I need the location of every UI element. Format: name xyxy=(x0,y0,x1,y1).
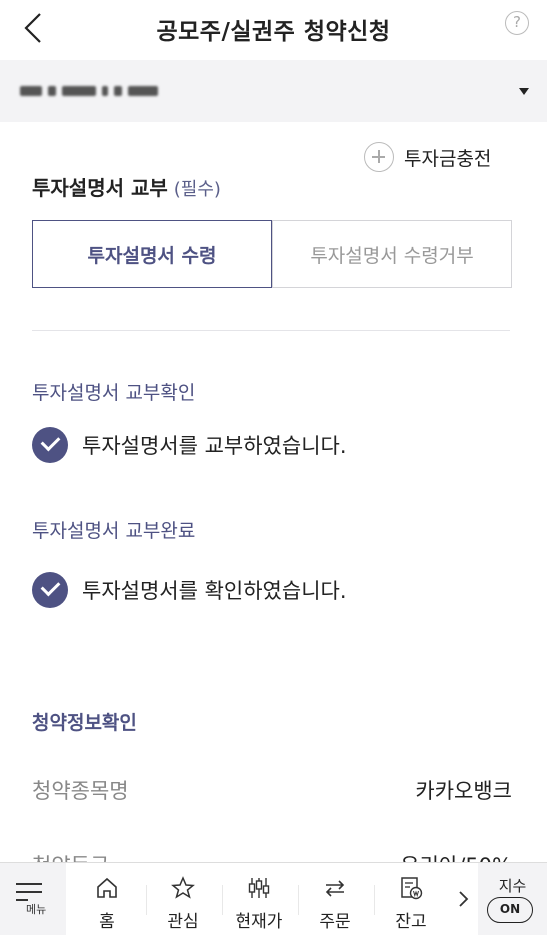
prospectus-decline-button[interactable]: 투자설명서 수령거부 xyxy=(272,220,512,288)
menu-button[interactable]: 메뉴 xyxy=(0,863,66,935)
prospectus-segmented-control: 투자설명서 수령 투자설명서 수령거부 xyxy=(32,220,512,288)
tab-watchlist[interactable]: 관심 xyxy=(148,863,218,935)
index-on-toggle[interactable]: ON xyxy=(487,897,533,923)
tab-order-label: 주문 xyxy=(319,912,351,932)
help-icon[interactable]: ? xyxy=(505,11,529,35)
tab-separator xyxy=(146,885,147,915)
tab-order[interactable]: 주문 xyxy=(300,863,370,935)
delivery-confirm-label: 투자설명서 교부확인 xyxy=(32,382,196,404)
account-number-masked xyxy=(20,82,182,100)
menu-label: 메뉴 xyxy=(26,903,47,916)
tab-separator xyxy=(298,885,299,915)
info-key: 청약종목명 xyxy=(32,779,129,803)
required-badge: (필수) xyxy=(173,179,221,200)
section-divider xyxy=(32,330,510,331)
index-label: 지수 xyxy=(498,877,527,895)
prospectus-section-title: 투자설명서 교부 (필수) xyxy=(32,172,221,201)
info-value: 카카오뱅크 xyxy=(415,779,512,803)
subscription-info-title: 청약정보확인 xyxy=(32,712,137,734)
charge-label: 투자금충전 xyxy=(404,147,492,170)
prospectus-title-text: 투자설명서 교부 xyxy=(32,176,168,200)
tab-separator xyxy=(374,885,375,915)
tab-home[interactable]: 홈 xyxy=(72,863,142,935)
chevron-right-icon[interactable] xyxy=(456,889,470,909)
delivery-confirm-text: 투자설명서를 교부하였습니다. xyxy=(82,434,347,458)
star-icon xyxy=(171,876,195,899)
bottom-tab-bar: 메뉴 홈 관심 현재가 주문 잔고 지수 ON xyxy=(0,862,547,935)
home-icon xyxy=(97,877,117,898)
dropdown-caret-icon xyxy=(519,88,529,95)
delivery-complete-text: 투자설명서를 확인하였습니다. xyxy=(82,579,347,603)
info-row: 청약종목명 카카오뱅크 xyxy=(32,775,512,805)
checkmark-icon xyxy=(32,427,68,463)
exchange-arrows-icon xyxy=(325,880,345,897)
candlestick-icon xyxy=(248,878,270,898)
tab-balance-label: 잔고 xyxy=(395,912,427,932)
balance-document-icon xyxy=(401,877,423,900)
delivery-complete-checkbox[interactable]: 투자설명서를 확인하였습니다. xyxy=(32,572,347,608)
prospectus-receive-button[interactable]: 투자설명서 수령 xyxy=(32,220,272,288)
page-title: 공모주/실권주 청약신청 xyxy=(156,19,391,45)
account-selector[interactable] xyxy=(0,60,547,122)
tab-balance[interactable]: 잔고 xyxy=(376,863,446,935)
index-toggle-panel[interactable]: 지수 ON xyxy=(478,863,547,935)
delivery-complete-label: 투자설명서 교부완료 xyxy=(32,520,196,542)
tab-home-label: 홈 xyxy=(99,912,115,932)
tab-separator xyxy=(222,885,223,915)
tab-watchlist-label: 관심 xyxy=(167,912,199,932)
checkmark-icon xyxy=(32,572,68,608)
top-header: 공모주/실권주 청약신청 ? xyxy=(0,0,547,56)
tab-current-price[interactable]: 현재가 xyxy=(224,863,294,935)
plus-circle-icon xyxy=(364,142,394,172)
charge-button[interactable]: 투자금충전 xyxy=(364,142,491,172)
delivery-confirm-checkbox[interactable]: 투자설명서를 교부하였습니다. xyxy=(32,427,347,463)
tab-current-price-label: 현재가 xyxy=(235,912,283,932)
